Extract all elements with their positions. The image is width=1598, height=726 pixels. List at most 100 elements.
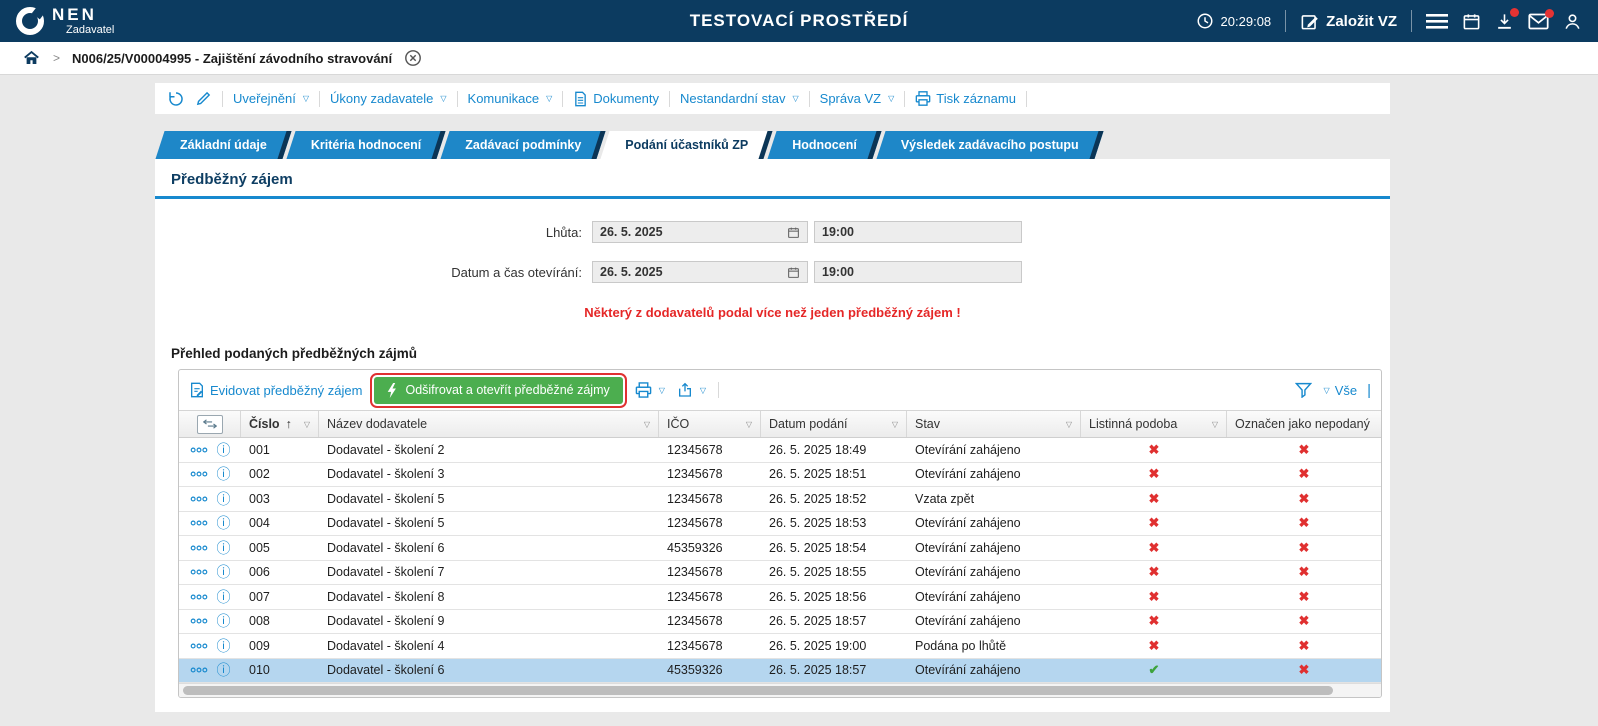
decrypt-open-button[interactable]: Odšifrovat a otevřít předběžné zájmy (374, 377, 622, 404)
nen-logo[interactable]: NEN Zadavatel (16, 6, 114, 36)
cell-datum-podani: 26. 5. 2025 18:53 (761, 512, 907, 536)
oteviran-label: Datum a čas otevírání: (155, 265, 592, 280)
row-menu-button[interactable] (190, 568, 208, 576)
grid-print-button[interactable]: ▽ (635, 382, 665, 398)
tab-zadavaci-podminky[interactable]: Zadávací podmínky (445, 131, 601, 159)
filter-dropdown-icon[interactable]: ▽ (644, 420, 650, 429)
evidovat-button[interactable]: Evidovat předběžný zájem (189, 382, 362, 398)
header-cislo[interactable]: Číslo ↑ ▽ (241, 411, 319, 437)
row-menu-button[interactable] (190, 617, 208, 625)
menu-button[interactable] (1426, 12, 1448, 30)
calendar-button[interactable] (1462, 12, 1481, 31)
row-actions: ⓘ (179, 585, 241, 609)
oteviran-date-field[interactable]: 26. 5. 2025 (592, 261, 808, 283)
row-info-icon[interactable]: ⓘ (217, 443, 231, 457)
filter-dropdown-icon[interactable]: ▽ (892, 420, 898, 429)
filter-dropdown-icon[interactable]: ▽ (746, 420, 752, 429)
row-menu-button[interactable] (190, 470, 208, 478)
table-row[interactable]: ⓘ 010 Dodavatel - školení 6 45359326 26.… (179, 659, 1381, 684)
table-row[interactable]: ⓘ 009 Dodavatel - školení 4 12345678 26.… (179, 634, 1381, 659)
create-vz-button[interactable]: Založit VZ (1300, 12, 1397, 31)
table-row[interactable]: ⓘ 003 Dodavatel - školení 5 12345678 26.… (179, 487, 1381, 512)
profile-button[interactable] (1563, 12, 1582, 31)
row-info-icon[interactable]: ⓘ (217, 467, 231, 481)
row-info-icon[interactable]: ⓘ (217, 565, 231, 579)
row-info-icon[interactable]: ⓘ (217, 590, 231, 604)
printer-icon (915, 91, 931, 106)
column-settings-button[interactable] (197, 415, 223, 434)
menu-tisk-zaznamu[interactable]: Tisk záznamu (915, 91, 1016, 106)
breadcrumb-item[interactable]: N006/25/V00004995 - Zajištění závodního … (72, 51, 392, 66)
menu-dokumenty[interactable]: Dokumenty (573, 91, 659, 107)
tab-kriteria-hodnoceni[interactable]: Kritéria hodnocení (291, 131, 441, 159)
messages-button[interactable] (1528, 13, 1549, 30)
header-datum-label: Datum podání (769, 417, 848, 431)
row-menu-button[interactable] (190, 446, 208, 454)
table-row[interactable]: ⓘ 007 Dodavatel - školení 8 12345678 26.… (179, 585, 1381, 610)
cell-stav: Otevírání zahájeno (907, 610, 1081, 634)
row-info-icon[interactable]: ⓘ (217, 614, 231, 628)
filter-dropdown-icon[interactable]: ▽ (1066, 420, 1072, 429)
action-bar-separator (669, 91, 670, 107)
topbar-separator (1411, 10, 1412, 32)
ellipsis-menu-icon (190, 544, 208, 552)
table-row[interactable]: ⓘ 002 Dodavatel - školení 3 12345678 26.… (179, 463, 1381, 488)
menu-sprava-vz[interactable]: Správa VZ ▽ (820, 91, 895, 106)
row-info-icon[interactable]: ⓘ (217, 663, 231, 677)
menu-uverejneni[interactable]: Uveřejnění ▽ (233, 91, 309, 106)
content-column: Uveřejnění ▽ Úkony zadavatele ▽ Komunika… (155, 83, 1390, 712)
tab-podani-ucastniku-zp[interactable]: Podání účastníků ZP (605, 131, 768, 159)
tab-vysledek-zadavaciho-postupu[interactable]: Výsledek zadávacího postupu (881, 131, 1099, 159)
tab-zakladni-udaje[interactable]: Základní údaje (160, 131, 287, 159)
row-info-icon[interactable]: ⓘ (217, 639, 231, 653)
edit-record-button[interactable] (195, 90, 212, 107)
header-ico[interactable]: IČO ▽ (659, 411, 761, 437)
header-listinna-podoba[interactable]: Listinná podoba ▽ (1081, 411, 1227, 437)
home-button[interactable] (22, 49, 41, 67)
sort-asc-icon[interactable]: ↑ (286, 417, 292, 431)
lhuta-time-field[interactable]: 19:00 (814, 221, 1022, 243)
row-menu-button[interactable] (190, 495, 208, 503)
filter-dropdown-icon[interactable]: ▽ (1212, 420, 1218, 429)
row-actions: ⓘ (179, 634, 241, 658)
header-oznacen-nepodany[interactable]: Označen jako nepodaný (1227, 411, 1381, 437)
table-row[interactable]: ⓘ 005 Dodavatel - školení 6 45359326 26.… (179, 536, 1381, 561)
menu-komunikace[interactable]: Komunikace ▽ (468, 91, 553, 106)
oteviran-time-field[interactable]: 19:00 (814, 261, 1022, 283)
cell-stav: Otevírání zahájeno (907, 659, 1081, 683)
filter-button[interactable] (1295, 382, 1312, 398)
view-all-selector[interactable]: ▽ Vše (1322, 383, 1358, 398)
filter-dropdown-icon[interactable]: ▽ (304, 420, 310, 429)
header-stav[interactable]: Stav ▽ (907, 411, 1081, 437)
row-menu-button[interactable] (190, 666, 208, 674)
history-button[interactable] (167, 90, 185, 108)
row-info-icon[interactable]: ⓘ (217, 492, 231, 506)
row-menu-button[interactable] (190, 544, 208, 552)
grid-toolbar: Evidovat předběžný zájem Odšifrovat a ot… (179, 370, 1381, 410)
header-datum-podani[interactable]: Datum podání ▽ (761, 411, 907, 437)
downloads-button[interactable] (1495, 12, 1514, 31)
table-row[interactable]: ⓘ 004 Dodavatel - školení 5 12345678 26.… (179, 512, 1381, 537)
grid-export-button[interactable]: ▽ (677, 382, 706, 398)
row-menu-button[interactable] (190, 642, 208, 650)
cell-oznacen-nepodany: ✖ (1227, 610, 1381, 634)
row-info-icon[interactable]: ⓘ (217, 516, 231, 530)
cell-cislo: 005 (241, 536, 319, 560)
table-row[interactable]: ⓘ 006 Dodavatel - školení 7 12345678 26.… (179, 561, 1381, 586)
breadcrumb-close-button[interactable] (404, 49, 422, 67)
evidovat-label: Evidovat předběžný zájem (210, 383, 362, 398)
menu-ukony-zadavatele[interactable]: Úkony zadavatele ▽ (330, 91, 447, 106)
menu-nestandardni-stav[interactable]: Nestandardní stav ▽ (680, 91, 799, 106)
row-menu-button[interactable] (190, 593, 208, 601)
horizontal-scrollbar[interactable] (179, 683, 1381, 697)
cell-nazev-dodavatele: Dodavatel - školení 5 (319, 512, 659, 536)
scrollbar-thumb[interactable] (183, 686, 1333, 695)
table-row[interactable]: ⓘ 001 Dodavatel - školení 2 12345678 26.… (179, 438, 1381, 463)
row-actions: ⓘ (179, 487, 241, 511)
tab-hodnoceni[interactable]: Hodnocení (772, 131, 877, 159)
header-nazev-dodavatele[interactable]: Název dodavatele ▽ (319, 411, 659, 437)
row-menu-button[interactable] (190, 519, 208, 527)
lhuta-date-field[interactable]: 26. 5. 2025 (592, 221, 808, 243)
table-row[interactable]: ⓘ 008 Dodavatel - školení 9 12345678 26.… (179, 610, 1381, 635)
row-info-icon[interactable]: ⓘ (217, 541, 231, 555)
